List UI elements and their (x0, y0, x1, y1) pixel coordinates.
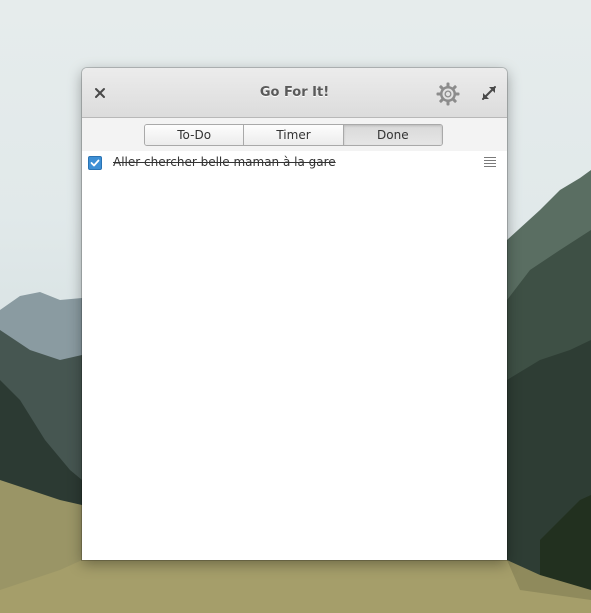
tab-todo[interactable]: To-Do (145, 125, 245, 145)
view-switcher: To-Do Timer Done (144, 124, 443, 146)
close-button[interactable] (90, 83, 110, 103)
app-window: Go For It! To-Do Timer Done Aller cherch… (82, 68, 507, 560)
drag-handle-icon[interactable] (484, 157, 496, 168)
tab-timer[interactable]: Timer (244, 125, 344, 145)
maximize-icon (482, 86, 496, 100)
settings-button[interactable] (435, 81, 461, 107)
view-switcher-bar: To-Do Timer Done (82, 118, 507, 151)
gear-icon (436, 82, 460, 106)
tab-done[interactable]: Done (343, 125, 442, 145)
checkmark-icon (90, 159, 100, 167)
close-icon (95, 88, 105, 98)
done-task-list: Aller chercher belle maman à la gare (82, 151, 507, 560)
maximize-button[interactable] (480, 84, 498, 102)
task-checkbox[interactable] (88, 156, 102, 170)
task-label[interactable]: Aller chercher belle maman à la gare (113, 155, 336, 169)
titlebar: Go For It! (82, 68, 507, 118)
task-row: Aller chercher belle maman à la gare (82, 151, 507, 175)
